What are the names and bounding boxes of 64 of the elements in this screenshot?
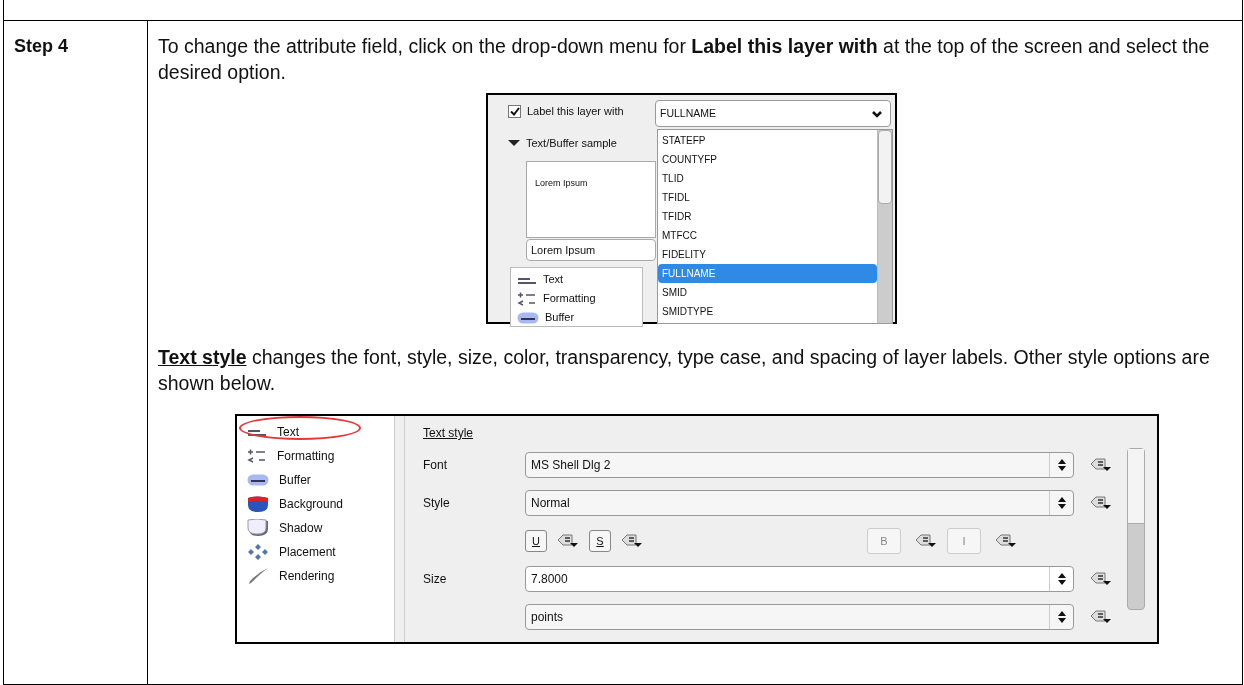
nav-item[interactable]: Placement	[279, 543, 336, 561]
dropdown-option[interactable]: SMIDTYPE	[658, 302, 877, 321]
section-label: Text/Buffer sample	[526, 136, 617, 151]
shield-icon	[247, 495, 269, 513]
nav-item[interactable]: Text	[543, 271, 564, 288]
select-field[interactable]: MS Shell Dlg 2	[525, 452, 1074, 478]
nav-item[interactable]: Formatting	[543, 290, 596, 307]
field-label: Size	[423, 572, 447, 586]
buffer-icon	[247, 474, 269, 486]
spinner-arrows-icon[interactable]	[1056, 610, 1067, 624]
data-override-icon[interactable]	[557, 533, 579, 549]
nav-item[interactable]: Rendering	[279, 567, 335, 585]
expand-triangle-icon[interactable]	[508, 139, 520, 148]
spinner-arrows-icon[interactable]	[1056, 458, 1067, 472]
dropdown-option[interactable]: TLID	[658, 169, 877, 188]
placement-icon	[247, 543, 269, 561]
data-override-icon[interactable]	[1090, 457, 1112, 473]
formatting-icon	[247, 448, 267, 464]
nav-item[interactable]: Formatting	[277, 447, 335, 465]
instruction-text: To change the attribute field, click on the drop-down menu for Label this layer with at the top of the screen and select the desired option.	[158, 34, 1211, 85]
check-icon	[509, 106, 520, 116]
buffer-icon	[517, 311, 539, 324]
checkbox-label: Label this layer with	[527, 104, 624, 119]
field-label: Style	[423, 496, 450, 510]
scrollbar[interactable]	[1127, 448, 1145, 610]
dropdown-option[interactable]: FULLNAME	[658, 264, 877, 283]
dropdown-option[interactable]: COUNTYFP	[658, 150, 877, 169]
brush-icon	[247, 567, 269, 585]
format-toggle-button[interactable]: U	[525, 530, 547, 552]
data-override-icon[interactable]	[1090, 609, 1112, 625]
section-heading: Text style	[423, 425, 473, 442]
attribute-combo[interactable]: FULLNAME	[655, 100, 891, 127]
dropdown-option[interactable]: TFIDL	[658, 188, 877, 207]
nav-item[interactable]: Buffer	[545, 309, 575, 326]
data-override-icon[interactable]	[1090, 495, 1112, 511]
data-override-icon[interactable]	[1090, 571, 1112, 587]
sample-text-field[interactable]: Lorem Ipsum	[526, 239, 656, 261]
data-override-icon[interactable]	[995, 533, 1017, 549]
formatting-icon	[517, 290, 537, 307]
scrollbar[interactable]	[877, 130, 892, 323]
data-override-icon[interactable]	[621, 533, 643, 549]
select-field[interactable]: points	[525, 604, 1074, 630]
text-preview: Lorem Ipsum	[526, 161, 656, 238]
dropdown-option[interactable]: SMID	[658, 283, 877, 302]
data-override-icon[interactable]	[915, 533, 937, 549]
step-label: Step 4	[14, 36, 69, 56]
description-text: Text style changes the font, style, size, color, transparency, type case, and spacing of layer labels. Other style options are shown below.	[158, 345, 1211, 396]
dropdown-option[interactable]: FIDELITY	[658, 245, 877, 264]
label-checkbox[interactable]	[508, 104, 521, 118]
nav-item[interactable]: Background	[279, 495, 344, 513]
field-label: Font	[423, 458, 447, 472]
format-toggle-button[interactable]: S	[589, 530, 611, 552]
nav-item[interactable]: Buffer	[279, 471, 311, 489]
nav-item[interactable]: Text	[277, 423, 299, 441]
spin-box[interactable]: 7.8000	[525, 566, 1074, 592]
shield-icon	[247, 519, 269, 537]
dropdown-option[interactable]: STATEFP	[658, 131, 877, 150]
dropdown-option[interactable]: TFIDR	[658, 207, 877, 226]
spinner-arrows-icon[interactable]	[1056, 496, 1067, 510]
select-field[interactable]: Normal	[525, 490, 1074, 516]
spinner-arrows-icon[interactable]	[1056, 572, 1067, 586]
dropdown-option[interactable]: MTFCC	[658, 226, 877, 245]
chevron-down-icon	[872, 109, 882, 118]
nav-item[interactable]: Shadow	[279, 519, 323, 537]
